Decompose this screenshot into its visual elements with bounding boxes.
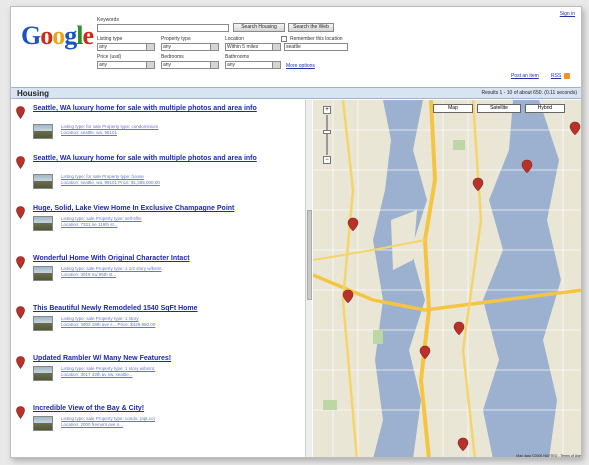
zoom-slider-track[interactable] xyxy=(326,115,328,155)
zoom-slider-handle[interactable] xyxy=(323,130,331,134)
listing-title-link[interactable]: Wonderful Home With Original Character I… xyxy=(33,254,295,263)
listing-thumbnail[interactable] xyxy=(33,366,53,381)
map-attribution: Map data ©2006 NAVTEQ - Terms of Use xyxy=(516,454,581,458)
bedrooms-label: Bedrooms xyxy=(161,54,184,60)
price-label: Price (usd) xyxy=(97,54,122,60)
results-scrollbar[interactable] xyxy=(305,100,312,457)
remember-location-checkbox[interactable] xyxy=(281,36,287,42)
listing-title-link[interactable]: Updated Rambler W/ Many New Features! xyxy=(33,354,295,363)
listing-type-select[interactable]: any xyxy=(97,43,155,51)
post-item-link[interactable]: Post an item xyxy=(511,73,539,79)
listing-title-link[interactable]: Incredible View of the Bay & City! xyxy=(33,404,295,413)
list-item: This Beautiful Newly Remodeled 1540 SqFt… xyxy=(11,304,305,354)
remember-location-label: Remember this location xyxy=(290,36,343,42)
list-item: Huge, Solid, Lake View Home In Exclusive… xyxy=(11,204,305,254)
results-count: Results 1 - 10 of about 650. (0.11 secon… xyxy=(481,90,577,96)
list-item: Updated Rambler W/ Many New Features! Lis… xyxy=(11,354,305,404)
zoom-control: + − xyxy=(319,106,335,166)
listing-thumbnail[interactable] xyxy=(33,124,53,139)
listing-meta-type[interactable]: Listing type: sale Property type: 1 1/2 … xyxy=(61,266,162,271)
within-distance-select[interactable]: Within 5 miles xyxy=(225,43,281,51)
map-pin-icon[interactable] xyxy=(16,206,25,219)
map-type-satellite-button[interactable]: Satellite xyxy=(477,104,521,113)
rss-icon[interactable] xyxy=(564,73,570,79)
map-pin-icon[interactable] xyxy=(16,356,25,369)
map-type-map-button[interactable]: Map xyxy=(433,104,473,113)
search-housing-button[interactable]: Search Housing xyxy=(233,23,285,32)
listing-results: Seattle, WA luxury home for sale with mu… xyxy=(11,100,305,457)
list-item: Seattle, WA luxury home for sale with mu… xyxy=(11,104,305,154)
listing-meta-type[interactable]: Listing type: for sale Property type: co… xyxy=(61,124,158,129)
listing-thumbnail[interactable] xyxy=(33,174,53,189)
bedrooms-select[interactable]: any xyxy=(161,61,219,69)
listing-type-label: Listing type xyxy=(97,36,123,42)
listing-thumbnail[interactable] xyxy=(33,266,53,281)
map-pin-icon[interactable] xyxy=(16,406,25,419)
listing-title-link[interactable]: Seattle, WA luxury home for sale with mu… xyxy=(33,154,295,163)
bathrooms-label: Bathrooms xyxy=(225,54,250,60)
listing-thumbnail[interactable] xyxy=(33,416,53,431)
keywords-label: Keywords xyxy=(97,17,119,23)
price-select[interactable]: any xyxy=(97,61,155,69)
search-header: Google Keywords Search Housing Search th… xyxy=(11,7,581,87)
listing-thumbnail[interactable] xyxy=(33,316,53,331)
results-bar: Housing Results 1 - 10 of about 650. (0.… xyxy=(11,87,581,99)
zoom-out-button[interactable]: − xyxy=(323,156,331,164)
list-item: Wonderful Home With Original Character I… xyxy=(11,254,305,304)
listing-meta-type[interactable]: Listing type: sale Property type: condo,… xyxy=(61,416,155,421)
listing-title-link[interactable]: Huge, Solid, Lake View Home In Exclusive… xyxy=(33,204,295,213)
scrollbar-thumb[interactable] xyxy=(307,210,312,300)
map-canvas[interactable] xyxy=(313,100,582,458)
sign-in-link[interactable]: Sign in xyxy=(560,11,575,17)
listing-meta-location[interactable]: Location: 3903 19th ave s... Price: $429… xyxy=(61,322,155,327)
listing-title-link[interactable]: Seattle, WA luxury home for sale with mu… xyxy=(33,104,295,113)
google-logo[interactable]: Google xyxy=(21,21,94,51)
listing-title-link[interactable]: This Beautiful Newly Remodeled 1540 SqFt… xyxy=(33,304,295,313)
bathrooms-select[interactable]: any xyxy=(225,61,281,69)
property-type-select[interactable]: any xyxy=(161,43,219,51)
listing-meta-type[interactable]: Listing type: sale Property type: 1 stor… xyxy=(61,316,139,321)
search-web-button[interactable]: Search the Web xyxy=(288,23,334,32)
listing-thumbnail[interactable] xyxy=(33,216,53,231)
listing-meta-location[interactable]: Location: 7321 ne 116th st... xyxy=(61,222,117,227)
list-item: Incredible View of the Bay & City! Listin… xyxy=(11,404,305,454)
listing-meta-location[interactable]: Location: 2000 fremont ave n... xyxy=(61,422,123,427)
section-title: Housing xyxy=(17,89,49,98)
list-item: Seattle, WA luxury home for sale with mu… xyxy=(11,154,305,204)
map-pin-icon[interactable] xyxy=(16,306,25,319)
listing-meta-location[interactable]: Location: seattle, wa, 98101 xyxy=(61,130,117,135)
location-label: Location xyxy=(225,36,244,42)
keywords-input[interactable] xyxy=(97,24,229,32)
listing-meta-type[interactable]: Listing type: for sale Property type: ho… xyxy=(61,174,144,179)
app-window: Google Keywords Search Housing Search th… xyxy=(10,6,582,458)
map-view[interactable]: + − Map Satellite Hybrid Map data ©2006 … xyxy=(313,100,582,458)
rss-link[interactable]: RSS xyxy=(551,73,561,79)
listing-meta-type[interactable]: Listing type: sale Property type: 1 stor… xyxy=(61,366,155,371)
map-pin-icon[interactable] xyxy=(16,106,25,119)
listing-meta-location[interactable]: Location: 3018 nw 65th st... xyxy=(61,272,116,277)
location-input[interactable]: seattle xyxy=(284,43,348,51)
zoom-in-button[interactable]: + xyxy=(323,106,331,114)
map-pin-icon[interactable] xyxy=(16,156,25,169)
map-type-hybrid-button[interactable]: Hybrid xyxy=(525,104,565,113)
listing-meta-location[interactable]: Location: 3017 43th av sw, seattle... xyxy=(61,372,133,377)
map-pin-icon[interactable] xyxy=(16,256,25,269)
listing-meta-location[interactable]: Location: seattle, wa, 98101 Price: $1,3… xyxy=(61,180,160,185)
property-type-label: Property type xyxy=(161,36,191,42)
listing-meta-type[interactable]: Listing type: sale Property type: sell-s… xyxy=(61,216,142,221)
more-options-link[interactable]: More options xyxy=(286,63,315,69)
